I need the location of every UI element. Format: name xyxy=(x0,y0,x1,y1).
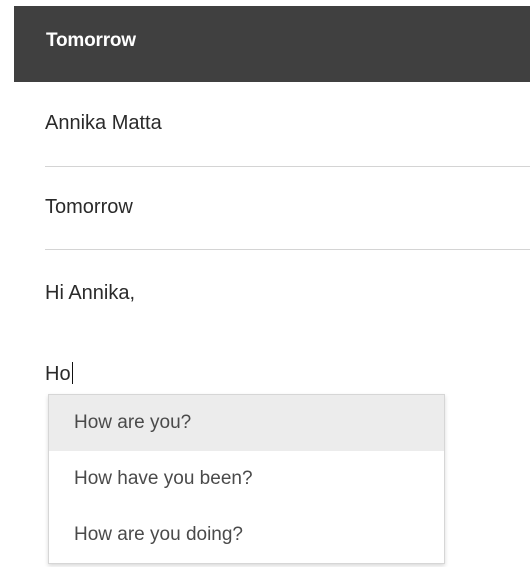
body-input[interactable]: Ho xyxy=(45,362,74,386)
compose-title: Tomorrow xyxy=(46,30,136,51)
typed-text: Ho xyxy=(45,363,71,385)
suggestion-item[interactable]: How are you doing? xyxy=(49,507,444,563)
suggestion-item[interactable]: How have you been? xyxy=(49,451,444,507)
autocomplete-suggestions: How are you? How have you been? How are … xyxy=(48,394,445,564)
subject-field[interactable]: Tomorrow xyxy=(45,196,530,219)
body-greeting[interactable]: Hi Annika, xyxy=(45,282,135,305)
compose-header: Tomorrow xyxy=(14,6,530,82)
text-caret xyxy=(71,362,74,384)
suggestion-item[interactable]: How are you? xyxy=(49,395,444,451)
to-field[interactable]: Annika Matta xyxy=(45,112,530,135)
divider xyxy=(45,249,530,250)
divider xyxy=(45,166,530,167)
